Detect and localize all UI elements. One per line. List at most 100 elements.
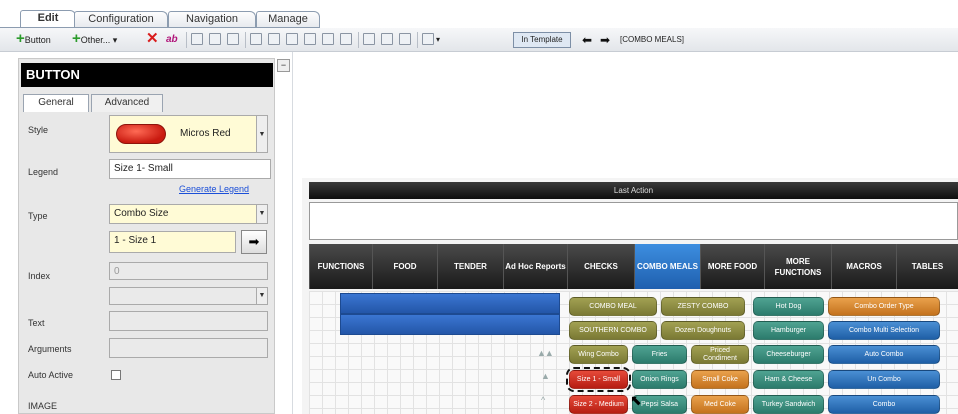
pos-button-size1-small[interactable]: Size 1 - Small xyxy=(566,367,631,392)
category-macros[interactable]: MACROS xyxy=(831,244,896,289)
add-button-button[interactable]: +Button xyxy=(16,30,51,48)
category-functions[interactable]: FUNCTIONS xyxy=(309,244,372,289)
back-arrow-icon[interactable]: ⬅ xyxy=(582,32,592,48)
check-list-row[interactable] xyxy=(340,293,560,314)
panel-divider xyxy=(292,52,293,414)
pos-button-un-combo[interactable]: Un Combo xyxy=(828,370,940,389)
pos-button-cheeseburger[interactable]: Cheeseburger xyxy=(753,345,824,364)
category-combo-meals[interactable]: COMBO MEALS xyxy=(634,244,700,289)
same-height-icon[interactable] xyxy=(322,33,334,45)
style-swatch xyxy=(116,124,166,144)
add-other-button[interactable]: +Other... ▾ xyxy=(72,31,117,48)
type-label: Type xyxy=(28,211,48,221)
cut-icon[interactable] xyxy=(227,33,239,45)
check-list-row[interactable] xyxy=(340,314,560,335)
layer-icon[interactable] xyxy=(422,33,434,45)
size-field[interactable]: 1 - Size 1 xyxy=(109,231,236,253)
add-button-label: Button xyxy=(24,35,51,45)
chevron-down-icon[interactable]: ▼ xyxy=(256,116,267,152)
category-food[interactable]: FOOD xyxy=(372,244,437,289)
pos-button-size2-medium[interactable]: Size 2 - Medium xyxy=(569,395,628,414)
tab-manage[interactable]: Manage xyxy=(256,11,320,28)
tab-navigation[interactable]: Navigation xyxy=(168,11,256,28)
pos-button-auto-combo[interactable]: Auto Combo xyxy=(828,345,940,364)
category-more-food[interactable]: MORE FOOD xyxy=(700,244,764,289)
paste-icon[interactable] xyxy=(209,33,221,45)
pos-button-med-coke[interactable]: Med Coke xyxy=(691,395,749,414)
tab-edit[interactable]: Edit xyxy=(20,10,76,28)
style-select[interactable]: Micros Red ▼ xyxy=(109,115,268,153)
pos-button-turkey-sandwich[interactable]: Turkey Sandwich xyxy=(753,395,824,414)
pos-button-combo-multi-selection[interactable]: Combo Multi Selection xyxy=(828,321,940,340)
text-format-button[interactable]: ab xyxy=(166,32,178,48)
same-width-icon[interactable] xyxy=(340,33,352,45)
tab-strip: Edit Configuration Navigation Manage xyxy=(0,0,958,28)
delete-icon[interactable]: ✕ xyxy=(146,31,159,47)
pos-button-combo-order-type[interactable]: Combo Order Type xyxy=(828,297,940,316)
pos-button-fries[interactable]: Fries xyxy=(632,345,687,364)
panel-title: BUTTON xyxy=(21,63,273,87)
chevron-down-icon[interactable]: ▼ xyxy=(256,205,267,223)
pos-button-hot-dog[interactable]: Hot Dog xyxy=(753,297,824,316)
pos-button-dozen-doughnuts[interactable]: Dozen Doughnuts xyxy=(661,321,745,340)
style-value: Micros Red xyxy=(180,128,231,139)
style-label: Style xyxy=(28,125,49,135)
arguments-field[interactable] xyxy=(109,338,268,358)
pos-button-onion-rings[interactable]: Onion Rings xyxy=(632,370,687,389)
in-template-toggle[interactable]: In Template xyxy=(513,32,571,48)
toolbar-separator xyxy=(245,32,246,48)
type-value: Combo Size xyxy=(114,208,169,219)
auto-active-checkbox[interactable] xyxy=(111,370,121,380)
legend-field[interactable]: Size 1- Small xyxy=(109,159,271,179)
index-label: Index xyxy=(28,271,51,281)
category-checks[interactable]: CHECKS xyxy=(567,244,634,289)
check-detail-area[interactable] xyxy=(309,202,958,240)
add-other-label: Other... xyxy=(80,35,111,45)
align-right-icon[interactable] xyxy=(268,33,280,45)
category-tender[interactable]: TENDER xyxy=(437,244,503,289)
category-tables[interactable]: TABLES xyxy=(896,244,958,289)
toolbar: +Button +Other... ▾ ✕ ab ▾ In Template ⬅… xyxy=(0,28,958,52)
pos-button-southern-combo[interactable]: SOUTHERN COMBO xyxy=(569,321,657,340)
generate-legend-link[interactable]: Generate Legend xyxy=(179,184,249,194)
pos-button-combo-meal[interactable]: COMBO MEAL xyxy=(569,297,657,316)
scroll-down-icon[interactable]: ^ xyxy=(541,395,545,405)
pos-button-small-coke[interactable]: Small Coke xyxy=(691,370,749,389)
align-top-icon[interactable] xyxy=(286,33,298,45)
collapse-panel-button[interactable]: − xyxy=(277,59,290,72)
chevron-down-icon[interactable]: ▼ xyxy=(256,288,267,304)
align-left-icon[interactable] xyxy=(250,33,262,45)
mouse-cursor-icon: ⬉ xyxy=(630,392,642,408)
category-ad-hoc-reports[interactable]: Ad Hoc Reports xyxy=(503,244,567,289)
pos-button-ham-cheese[interactable]: Ham & Cheese xyxy=(753,370,824,389)
text-field[interactable] xyxy=(109,311,268,331)
category-bar: FUNCTIONS FOOD TENDER Ad Hoc Reports CHE… xyxy=(309,244,958,289)
layer-dropdown-icon[interactable]: ▾ xyxy=(436,32,440,48)
pos-button-combo[interactable]: Combo xyxy=(828,395,940,414)
tab-configuration[interactable]: Configuration xyxy=(74,11,168,28)
forward-arrow-icon[interactable]: ➡ xyxy=(600,32,610,48)
grid-icon[interactable] xyxy=(399,33,411,45)
toolbar-separator xyxy=(417,32,418,48)
distribute-horizontal-icon[interactable] xyxy=(381,33,393,45)
pos-button-hamburger[interactable]: Hamburger xyxy=(753,321,824,340)
pos-button-zesty-combo[interactable]: ZESTY COMBO xyxy=(661,297,745,316)
extra-select[interactable]: ▼ xyxy=(109,287,268,305)
toolbar-separator xyxy=(186,32,187,48)
index-field[interactable]: 0 xyxy=(109,262,268,280)
plus-icon: + xyxy=(16,30,25,47)
arguments-label: Arguments xyxy=(28,344,72,354)
scroll-up-icon[interactable]: ▲ xyxy=(541,371,550,381)
pos-button-priced-condiment[interactable]: Priced Condiment xyxy=(691,345,749,364)
tab-general[interactable]: General xyxy=(23,94,89,112)
pos-button-wing-combo[interactable]: Wing Combo xyxy=(569,345,628,364)
category-more-functions[interactable]: MORE FUNCTIONS xyxy=(764,244,831,289)
copy-icon[interactable] xyxy=(191,33,203,45)
distribute-vertical-icon[interactable] xyxy=(363,33,375,45)
arrow-right-icon[interactable]: ➡ xyxy=(241,230,267,254)
image-label: IMAGE xyxy=(28,401,58,411)
type-select[interactable]: Combo Size ▼ xyxy=(109,204,268,224)
align-bottom-icon[interactable] xyxy=(304,33,316,45)
scroll-top-icon[interactable]: ▲▲ xyxy=(537,348,554,358)
tab-advanced[interactable]: Advanced xyxy=(91,94,163,112)
